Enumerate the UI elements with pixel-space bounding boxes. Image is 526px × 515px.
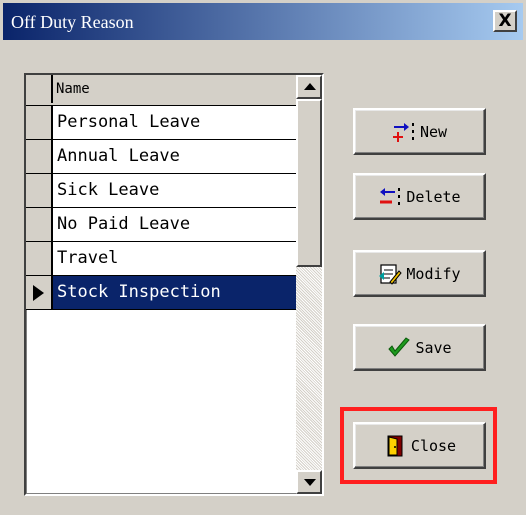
window-close-button[interactable]: X bbox=[493, 10, 517, 32]
current-row-pointer-icon bbox=[33, 285, 44, 301]
edit-document-icon bbox=[378, 262, 403, 286]
delete-record-icon bbox=[378, 185, 402, 209]
delete-button-label: Delete bbox=[406, 187, 461, 206]
window-title: Off Duty Reason bbox=[11, 12, 134, 32]
scrollbar-thumb[interactable] bbox=[296, 99, 322, 267]
table-row[interactable]: No Paid Leave bbox=[26, 208, 298, 242]
grid-header: Name bbox=[26, 75, 298, 106]
row-indicator[interactable] bbox=[26, 174, 53, 208]
header-indicator-cell bbox=[26, 75, 53, 103]
row-label: Stock Inspection bbox=[57, 282, 221, 302]
column-header-name[interactable]: Name bbox=[56, 81, 90, 97]
name-cell[interactable]: Personal Leave bbox=[53, 106, 298, 140]
save-button[interactable]: Save bbox=[353, 324, 486, 371]
name-cell[interactable]: Travel bbox=[53, 242, 298, 276]
table-row[interactable]: Travel bbox=[26, 242, 298, 276]
name-cell[interactable]: Stock Inspection bbox=[53, 276, 298, 310]
table-row[interactable]: Annual Leave bbox=[26, 140, 298, 174]
new-button[interactable]: New bbox=[353, 108, 486, 155]
vertical-scrollbar[interactable] bbox=[296, 75, 322, 494]
name-cell[interactable]: Annual Leave bbox=[53, 140, 298, 174]
close-button-highlight bbox=[340, 407, 497, 484]
table-row-selected[interactable]: Stock Inspection bbox=[26, 276, 298, 310]
modify-button[interactable]: Modify bbox=[353, 250, 486, 297]
row-label: Sick Leave bbox=[57, 180, 160, 200]
new-button-label: New bbox=[419, 122, 448, 141]
row-indicator[interactable] bbox=[26, 242, 53, 276]
save-button-label: Save bbox=[415, 338, 452, 357]
name-cell[interactable]: Sick Leave bbox=[53, 174, 298, 208]
row-label: No Paid Leave bbox=[57, 214, 191, 234]
arrow-up-icon bbox=[304, 83, 316, 90]
row-indicator[interactable] bbox=[26, 276, 53, 310]
delete-button[interactable]: Delete bbox=[353, 173, 486, 220]
row-label: Personal Leave bbox=[57, 112, 201, 132]
title-bar[interactable]: Off Duty Reason X bbox=[3, 3, 523, 40]
add-record-icon bbox=[392, 120, 416, 144]
modify-button-label: Modify bbox=[406, 264, 461, 283]
row-label: Travel bbox=[57, 248, 119, 268]
scroll-down-button[interactable] bbox=[296, 470, 322, 494]
checkmark-icon bbox=[387, 336, 411, 360]
arrow-down-icon bbox=[304, 479, 316, 486]
table-row[interactable]: Sick Leave bbox=[26, 174, 298, 208]
reason-grid[interactable]: Name Personal Leave Annual Leave Sick Le… bbox=[24, 73, 324, 496]
row-indicator[interactable] bbox=[26, 106, 53, 140]
grid-rows: Personal Leave Annual Leave Sick Leave N… bbox=[26, 106, 298, 310]
scroll-up-button[interactable] bbox=[296, 75, 322, 99]
row-indicator[interactable] bbox=[26, 208, 53, 242]
name-cell[interactable]: No Paid Leave bbox=[53, 208, 298, 242]
off-duty-reason-dialog: Off Duty Reason X Name Personal Leave An… bbox=[0, 0, 526, 515]
row-label: Annual Leave bbox=[57, 146, 180, 166]
row-indicator[interactable] bbox=[26, 140, 53, 174]
table-row[interactable]: Personal Leave bbox=[26, 106, 298, 140]
